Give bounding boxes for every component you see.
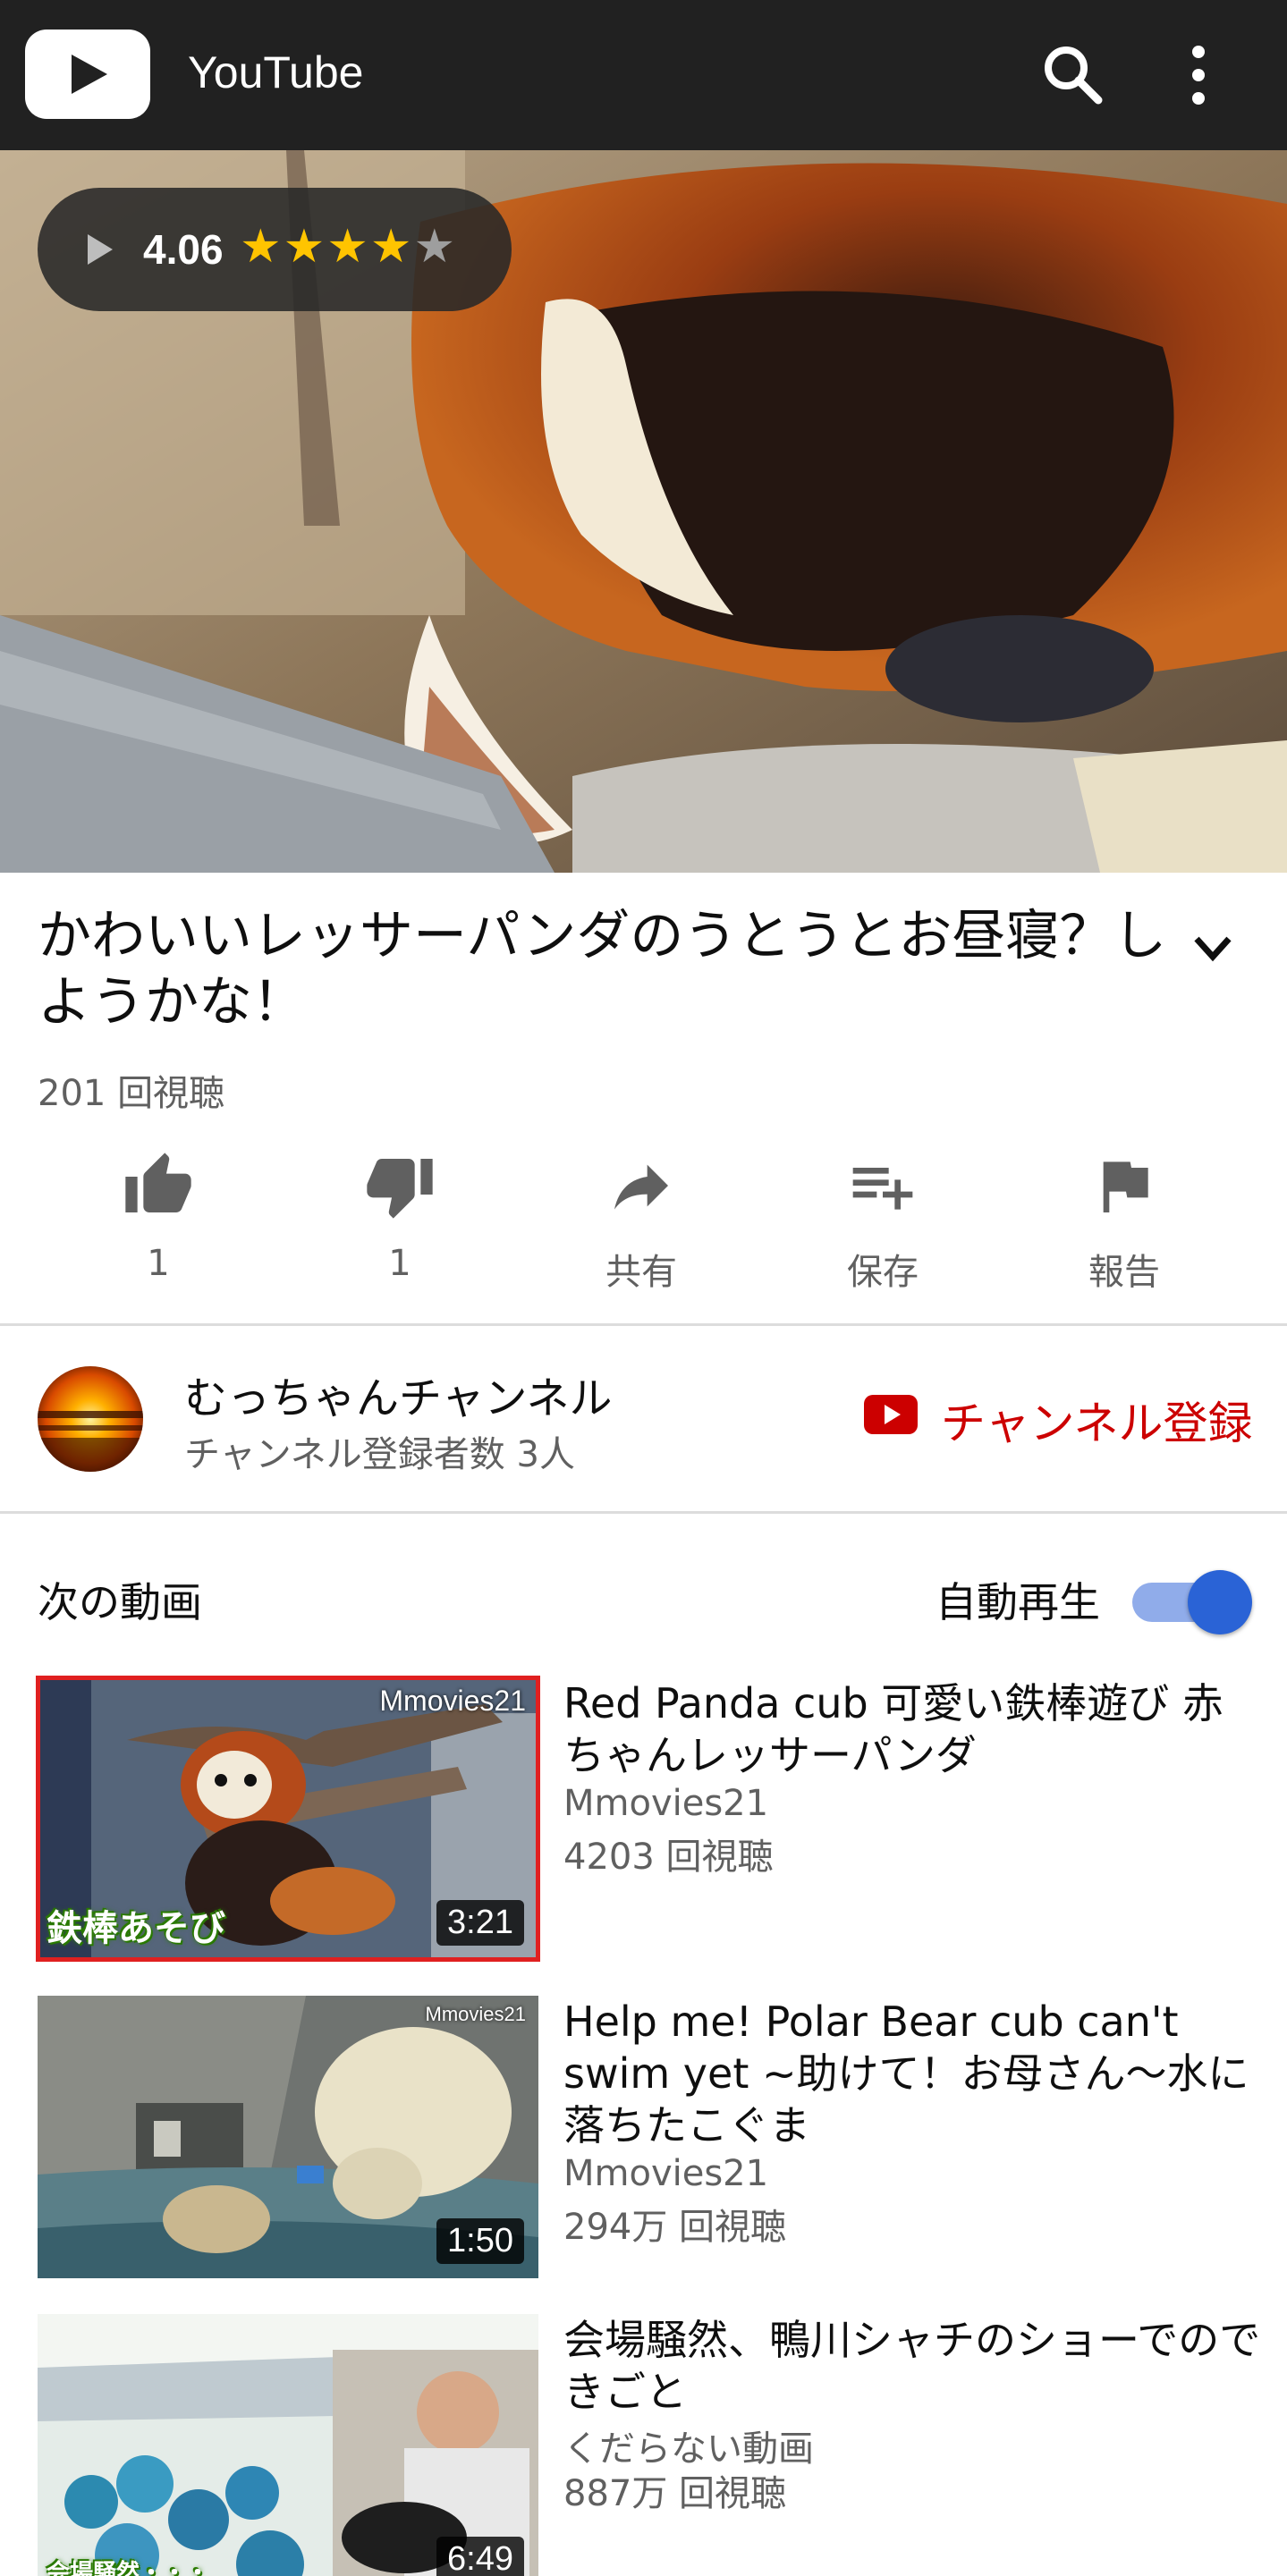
video-item-channel: Mmovies21 [563, 2153, 769, 2194]
thumb-up-icon [125, 1153, 191, 1212]
video-player[interactable]: 4.06 ★★★★★ [0, 150, 1287, 873]
video-item-views: 887万 回視聴 [563, 2473, 787, 2514]
sunset-avatar-image [38, 1366, 143, 1472]
like-button[interactable]: 1 [73, 1144, 243, 1314]
duration-badge: 6:49 [436, 2537, 524, 2576]
video-item-title[interactable]: Red Panda cub 可愛い鉄棒遊び 赤ちゃんレッサーパンダ [563, 1677, 1261, 1781]
subscribe-button[interactable]: チャンネル登録 [864, 1388, 1257, 1450]
star-filled-icon: ★ [240, 220, 284, 274]
app-title: YouTube [188, 47, 364, 97]
star-filled-icon: ★ [326, 220, 370, 274]
youtube-play-icon [864, 1395, 918, 1434]
share-icon [614, 1164, 668, 1210]
subscribe-label: チャンネル登録 [941, 1398, 1253, 1449]
expand-description-button[interactable] [1182, 917, 1243, 978]
more-options-button[interactable] [1163, 39, 1234, 111]
report-label: 報告 [1088, 1252, 1160, 1293]
duration-badge: 3:21 [436, 1900, 524, 1946]
youtube-logo-icon[interactable] [25, 30, 150, 119]
view-count: 201 回視聴 [38, 1073, 225, 1114]
app-bar: YouTube [0, 0, 1287, 150]
chevron-down-icon [1194, 936, 1232, 962]
video-item-title[interactable]: 会場騒然、鴨川シャチのショーでのできごと [563, 2314, 1261, 2418]
save-button[interactable]: 保存 [798, 1144, 968, 1314]
play-icon [88, 234, 113, 265]
list-item-video[interactable]: 会場騒然・・・ 6:49 会場騒然、鴨川シャチのショーでのできごと くだらない動… [0, 2314, 1287, 2576]
video-thumbnail[interactable]: Mmovies21 1:50 [38, 1996, 538, 2278]
thumbnail-watermark: Mmovies21 [379, 1685, 526, 1717]
star-empty-icon: ★ [413, 220, 458, 274]
autoplay-toggle[interactable] [1132, 1567, 1252, 1634]
rating-badge[interactable]: 4.06 ★★★★★ [38, 188, 512, 311]
action-row: 1 1 共有 保存 報告 [0, 1144, 1287, 1314]
duration-badge: 1:50 [436, 2218, 524, 2264]
divider [0, 1511, 1287, 1514]
video-thumbnail[interactable]: Mmovies21 鉄棒あそび 3:21 [36, 1676, 540, 1962]
channel-avatar[interactable] [38, 1366, 143, 1472]
flag-icon [1103, 1161, 1148, 1212]
up-next-label: 次の動画 [38, 1578, 202, 1626]
subscriber-count: チャンネル登録者数 3人 [184, 1434, 575, 1475]
save-label: 保存 [847, 1252, 919, 1293]
channel-name[interactable]: むっちゃんチャンネル [184, 1363, 613, 1425]
report-button[interactable]: 報告 [1039, 1144, 1209, 1314]
rating-value: 4.06 [143, 226, 224, 273]
autoplay-label: 自動再生 [936, 1578, 1100, 1626]
star-filled-icon: ★ [369, 220, 414, 274]
video-item-views: 294万 回視聴 [563, 2207, 787, 2248]
like-count: 1 [147, 1243, 170, 1284]
list-item-video[interactable]: Mmovies21 1:50 Help me! Polar Bear cub c… [0, 1996, 1287, 2291]
video-item-views: 4203 回視聴 [563, 1837, 774, 1878]
search-button[interactable] [1037, 39, 1109, 111]
video-item-channel: Mmovies21 [563, 1783, 769, 1824]
video-item-title[interactable]: Help me! Polar Bear cub can't swim yet ~… [563, 1996, 1261, 2151]
video-thumbnail[interactable]: 会場騒然・・・ 6:49 [38, 2314, 538, 2576]
list-item-video[interactable]: Mmovies21 鉄棒あそび 3:21 Red Panda cub 可愛い鉄棒… [0, 1676, 1287, 1972]
search-icon [1045, 46, 1103, 105]
divider [0, 1323, 1287, 1326]
thumbnail-caption: 会場騒然・・・ [47, 2560, 210, 2576]
playlist-add-icon [852, 1168, 913, 1210]
dislike-button[interactable]: 1 [315, 1144, 485, 1314]
toggle-knob [1188, 1570, 1252, 1634]
thumbnail-watermark: Mmovies21 [425, 2003, 526, 2025]
thumb-down-icon [367, 1159, 433, 1219]
video-title: かわいいレッサーパンダのうとうとお昼寝？しようかな！ [38, 905, 1167, 1034]
thumbnail-caption: 鉄棒あそび [47, 1908, 225, 1949]
share-label: 共有 [605, 1252, 677, 1293]
rating-stars: ★★★★★ [240, 220, 457, 274]
more-vert-icon [1192, 46, 1205, 105]
dislike-count: 1 [388, 1243, 411, 1284]
star-filled-icon: ★ [283, 220, 327, 274]
share-button[interactable]: 共有 [556, 1144, 726, 1314]
